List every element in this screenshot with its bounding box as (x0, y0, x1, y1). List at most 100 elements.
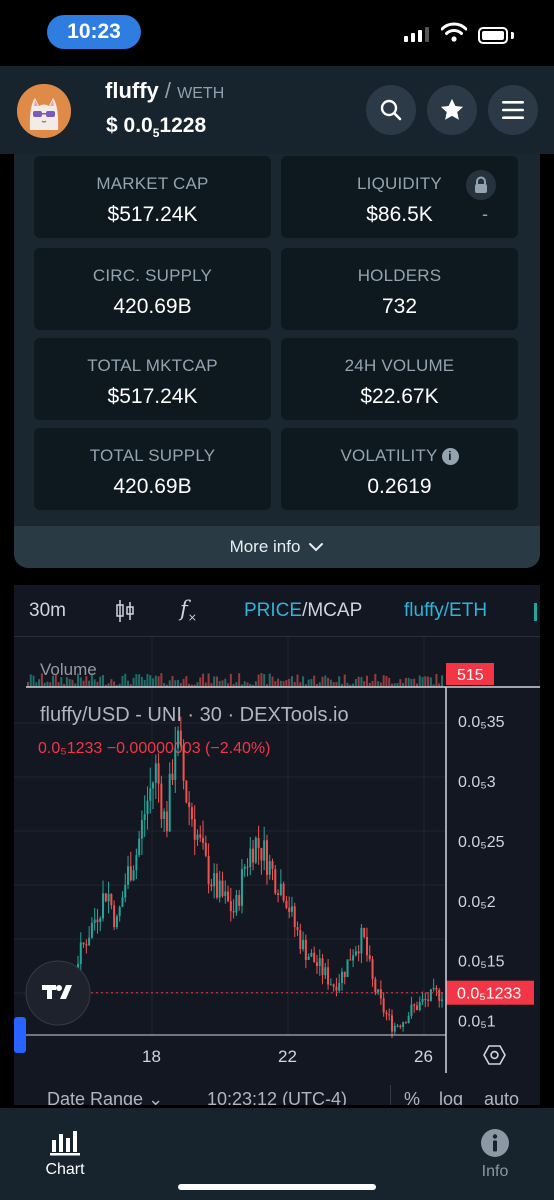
price-chart[interactable]: 30m f× PRICE/MCAP fluffy/ETH Volume 515 … (14, 585, 540, 1105)
nav-info[interactable]: Info (455, 1128, 535, 1181)
candle-body (177, 730, 180, 749)
stat-liquidity: LIQUIDITY $86.5K - (281, 156, 518, 238)
candle-body (210, 884, 213, 887)
info-icon[interactable]: i (441, 448, 459, 465)
candle-body (140, 819, 143, 839)
nav-info-label: Info (481, 1163, 509, 1180)
star-icon (440, 98, 464, 120)
volume-bar (327, 677, 330, 687)
price-prefix: $ 0.0 (106, 114, 153, 137)
percent-toggle[interactable]: % (404, 1089, 420, 1105)
candle-body (393, 1025, 396, 1032)
candle-body (163, 811, 166, 819)
volume-bar (71, 679, 74, 687)
candle-body (243, 866, 246, 870)
toolbar-expand-handle[interactable] (14, 1017, 26, 1053)
volume-bar (343, 674, 346, 687)
chart-toolbar: 30m f× PRICE/MCAP fluffy/ETH (14, 585, 540, 637)
volume-bar (290, 676, 293, 687)
stat-label: TOTAL SUPPLY (89, 446, 216, 465)
candle-body (399, 1025, 402, 1027)
candle-body (432, 987, 435, 990)
candle-body (104, 893, 107, 902)
y-tick: 0.0₅25 (458, 834, 505, 851)
candle-body (102, 893, 105, 919)
candle-body (363, 927, 366, 937)
token-separator: / (164, 78, 172, 103)
volume-bar (46, 681, 49, 687)
candle-body (340, 971, 343, 983)
candle-body (388, 1014, 391, 1016)
candle-body (418, 1001, 421, 1010)
candle-body (396, 1025, 399, 1027)
more-info-button[interactable]: More info (14, 526, 540, 568)
candle-body (257, 837, 260, 848)
liquidity-lock-button[interactable] (466, 170, 496, 200)
candle-body (149, 788, 152, 801)
volume-bar (365, 675, 368, 687)
volume-label: Volume (40, 660, 97, 679)
candle-body (368, 955, 371, 960)
auto-toggle[interactable]: auto (484, 1089, 519, 1105)
chart-canvas[interactable]: Volume 515 fluffy/USD - UNI · 30 · DEXTo… (14, 637, 540, 1105)
candle-body (165, 811, 168, 832)
candle-body (413, 1004, 416, 1006)
volume-bar (224, 678, 227, 687)
candle-body (196, 834, 199, 840)
y-tick: 0.0₅1 (458, 1014, 496, 1031)
candle-body (335, 986, 338, 991)
volume-bar (132, 677, 135, 687)
candle-body (252, 848, 255, 863)
search-button[interactable] (366, 85, 416, 135)
liquidity-lock-status: - (482, 204, 488, 224)
candle-body (429, 989, 432, 1001)
favorite-button[interactable] (427, 85, 477, 135)
candle-body (424, 998, 427, 1000)
interval-selector[interactable]: 30m (29, 600, 66, 622)
volume-bar (421, 677, 424, 687)
volume-bar (410, 678, 413, 687)
candle-body (332, 984, 335, 987)
chart-settings-icon[interactable] (483, 1045, 506, 1065)
pair-toggle[interactable]: fluffy/ETH (404, 600, 487, 622)
volume-bar (143, 680, 146, 687)
candle-body (113, 905, 116, 928)
candle-body (279, 883, 282, 896)
mcap-option[interactable]: MCAP (307, 600, 362, 621)
volume-bar (38, 679, 41, 687)
volume-bar (218, 680, 221, 687)
bar-chart-icon (50, 1131, 80, 1156)
y-tick: 0.0₅2 (458, 894, 496, 911)
candle-body (293, 906, 296, 928)
date-range-button[interactable]: Date Range ⌄ (47, 1089, 163, 1105)
x-tick: 22 (278, 1047, 297, 1066)
nav-chart[interactable]: Chart (25, 1128, 105, 1179)
volume-bar (99, 676, 102, 687)
log-toggle[interactable]: log (439, 1089, 463, 1105)
volume-bar (32, 675, 35, 687)
candle-body (232, 911, 235, 913)
volume-bar (40, 673, 43, 687)
volume-bar (374, 673, 377, 687)
candle-body (221, 880, 224, 896)
candle-body (115, 916, 118, 928)
candle-body (118, 906, 121, 917)
price-mcap-toggle[interactable]: PRICE/MCAP (244, 600, 362, 622)
candle-body (371, 959, 374, 980)
indicators-button[interactable]: f× (180, 597, 197, 624)
candle-body (160, 783, 163, 819)
volume-bar (113, 681, 116, 687)
volume-bar (268, 673, 271, 687)
price-option[interactable]: PRICE (244, 600, 302, 621)
tradingview-logo[interactable] (25, 960, 91, 1026)
volume-bar (199, 677, 202, 687)
candle-body (352, 955, 355, 961)
volume-bar (171, 676, 174, 687)
battery-tip (511, 32, 514, 39)
candle-body (357, 951, 360, 954)
menu-button[interactable] (488, 85, 538, 135)
candles-icon[interactable] (114, 599, 136, 623)
volume-bar (324, 675, 327, 687)
volume-value: 515 (457, 667, 484, 684)
token-name: fluffy (105, 78, 159, 103)
